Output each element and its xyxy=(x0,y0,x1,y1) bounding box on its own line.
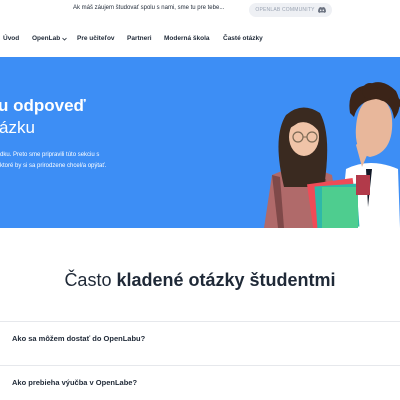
faq-item[interactable]: Ako prebieha výučba v OpenLabe? xyxy=(0,365,400,398)
nav-item-moderna-skola[interactable]: Moderná škola xyxy=(164,35,210,42)
announcement-bar: Ak máš záujem študovať spolu s nami, sme… xyxy=(0,0,400,22)
main-nav: Úvod OpenLab Pre učiteľov Partneri Moder… xyxy=(0,21,400,57)
announcement-text[interactable]: Ak máš záujem študovať spolu s nami, sme… xyxy=(73,5,224,11)
hero-subtitle: ázku xyxy=(0,118,35,137)
nav-item-openlab-label: OpenLab xyxy=(32,35,61,42)
nav-item-caste-otazky[interactable]: Časté otázky xyxy=(223,35,263,42)
nav-item-partneri[interactable]: Partneri xyxy=(127,35,152,42)
discord-icon xyxy=(317,7,326,13)
faq-question: Ako sa môžem dostať do OpenLabu? xyxy=(12,334,146,343)
nav-item-uvod[interactable]: Úvod xyxy=(3,35,19,42)
community-label: OPENLAB COMMUNITY xyxy=(255,7,315,13)
hero-description-line2: ktoré by si sa prirodzene chcel/a opýtať… xyxy=(0,163,107,169)
hero-section: u odpoveď ázku dku. Preto sme pripravili… xyxy=(0,57,400,228)
faq-heading-normal: Často xyxy=(64,270,112,290)
faq-question: Ako prebieha výučba v OpenLabe? xyxy=(12,378,138,387)
community-button[interactable]: OPENLAB COMMUNITY xyxy=(249,3,332,17)
faq-heading: Často kladené otázky študentmi xyxy=(0,270,400,291)
nav-item-openlab[interactable]: OpenLab xyxy=(32,35,67,42)
chevron-down-icon xyxy=(62,37,67,41)
hero-title: u odpoveď xyxy=(0,96,86,115)
faq-heading-bold: kladené otázky študentmi xyxy=(116,270,336,290)
students-photo xyxy=(264,82,400,228)
nav-item-pre-ucitelov[interactable]: Pre učiteľov xyxy=(77,35,115,42)
hero-description-line1: dku. Preto sme pripravili túto sekciu s xyxy=(0,152,100,158)
faq-item[interactable]: Ako sa môžem dostať do OpenLabu? xyxy=(0,321,400,354)
